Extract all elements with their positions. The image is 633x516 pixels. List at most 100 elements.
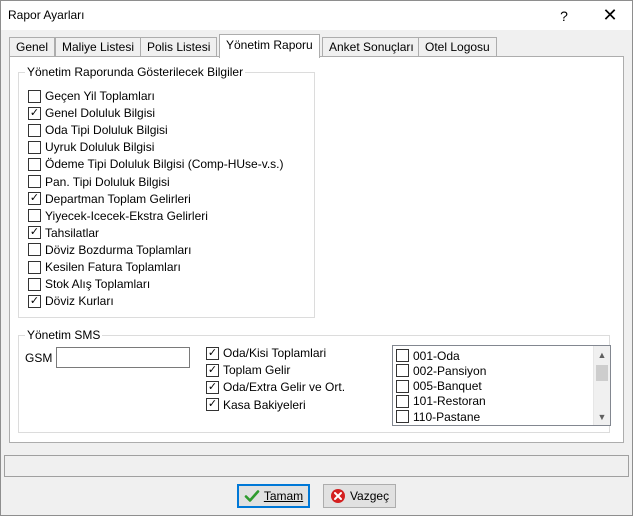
- gsm-label: GSM: [25, 351, 53, 365]
- checkmark-icon: ✓: [207, 380, 218, 393]
- sms-option-1[interactable]: ✓ Toplam Gelir: [206, 362, 290, 378]
- checkbox[interactable]: ✓: [396, 379, 409, 393]
- checkbox[interactable]: ✓: [396, 349, 409, 362]
- checkbox[interactable]: ✓: [396, 364, 409, 378]
- checkmark-icon: ✓: [207, 398, 218, 411]
- tab-panel-yonetim-raporu: Yönetim Raporunda Gösterilecek Bilgiler …: [9, 56, 624, 443]
- checkbox-label: Genel Doluluk Bilgisi: [45, 106, 156, 121]
- checkbox-label: Departman Toplam Gelirleri: [45, 191, 191, 206]
- help-icon: ?: [560, 7, 568, 24]
- check-icon: [244, 490, 260, 502]
- checkbox[interactable]: ✓: [396, 394, 409, 408]
- report-option-10[interactable]: ✓ Kesilen Fatura Toplamları: [28, 259, 181, 275]
- checkbox-label: Yiyecek-Icecek-Ekstra Gelirleri: [45, 208, 208, 223]
- sms-option-0[interactable]: ✓ Oda/Kisi Toplamlari: [206, 345, 326, 361]
- sms-option-3[interactable]: ✓ Kasa Bakiyeleri: [206, 397, 306, 413]
- sms-legend: Yönetim SMS: [25, 328, 103, 342]
- report-option-7[interactable]: ✓ Yiyecek-Icecek-Ekstra Gelirleri: [28, 208, 208, 224]
- checkbox-label: Tahsilatlar: [45, 225, 100, 240]
- cancel-button-label: Vazgeç: [349, 489, 390, 503]
- tab-maliye-listesi[interactable]: Maliye Listesi: [55, 37, 142, 57]
- checkmark-icon: ✓: [29, 192, 40, 205]
- checkbox-label: Döviz Bozdurma Toplamları: [45, 242, 192, 257]
- tab-otel-logosu[interactable]: Otel Logosu: [418, 37, 497, 57]
- checkmark-icon: ✓: [207, 363, 218, 376]
- report-option-11[interactable]: ✓ Stok Alış Toplamları: [28, 276, 150, 292]
- report-option-2[interactable]: ✓ Oda Tipi Doluluk Bilgisi: [28, 122, 168, 138]
- report-option-12[interactable]: ✓ Döviz Kurları: [28, 293, 114, 309]
- tab-polis-listesi[interactable]: Polis Listesi: [140, 37, 218, 57]
- checkbox[interactable]: ✓: [28, 175, 41, 188]
- report-option-8[interactable]: ✓ Tahsilatlar: [28, 225, 99, 241]
- checkbox-label: Kesilen Fatura Toplamları: [45, 260, 181, 274]
- scroll-thumb[interactable]: [596, 365, 608, 381]
- title-bar: Rapor Ayarları ? ✕: [1, 1, 632, 30]
- report-option-0[interactable]: ✓ Geçen Yil Toplamları: [28, 88, 155, 104]
- checkbox-label: 005-Banquet: [413, 379, 482, 394]
- tab-genel[interactable]: Genel: [9, 37, 56, 57]
- report-option-4[interactable]: ✓ Ödeme Tipi Doluluk Bilgisi (Comp-HUse-v…: [28, 156, 284, 172]
- tab-yonetim-raporu[interactable]: Yönetim Raporu: [219, 34, 320, 58]
- ok-button[interactable]: Tamam: [237, 484, 310, 508]
- listbox-scrollbar[interactable]: ▲ ▼: [593, 346, 610, 425]
- report-option-5[interactable]: ✓ Pan. Tipi Doluluk Bilgisi: [28, 174, 170, 190]
- checkbox[interactable]: ✓: [28, 123, 41, 137]
- department-listbox[interactable]: ✓ 001-Oda ✓ 002-Pansiyon ✓ 005-Banquet ✓ 101-Re…: [392, 345, 611, 426]
- checkbox[interactable]: ✓: [28, 192, 41, 206]
- checkbox[interactable]: ✓: [28, 157, 41, 171]
- cancel-icon: [330, 489, 345, 503]
- checkbox-label: Kasa Bakiyeleri: [223, 397, 306, 412]
- report-option-1[interactable]: ✓ Genel Doluluk Bilgisi: [28, 105, 155, 121]
- checkbox-label: 110-Pastane: [413, 409, 481, 424]
- report-option-9[interactable]: ✓ Döviz Bozdurma Toplamları: [28, 242, 192, 258]
- window-title: Rapor Ayarları: [8, 8, 85, 22]
- sms-option-2[interactable]: ✓ Oda/Extra Gelir ve Ort.: [206, 379, 345, 395]
- gsm-input[interactable]: [56, 347, 190, 368]
- report-option-3[interactable]: ✓ Uyruk Doluluk Bilgisi: [28, 139, 154, 155]
- checkbox[interactable]: ✓: [28, 209, 41, 223]
- scroll-up-icon[interactable]: ▲: [594, 346, 610, 363]
- scroll-down-icon[interactable]: ▼: [594, 408, 610, 425]
- checkbox-label: 002-Pansiyon: [413, 363, 487, 378]
- checkbox-label: Geçen Yil Toplamları: [45, 89, 155, 103]
- checkbox[interactable]: ✓: [28, 89, 41, 103]
- checkbox-label: 001-Oda: [413, 348, 460, 363]
- checkbox-label: Pan. Tipi Doluluk Bilgisi: [45, 174, 170, 189]
- checkbox-label: Uyruk Doluluk Bilgisi: [45, 140, 155, 155]
- checkbox[interactable]: ✓: [28, 260, 41, 274]
- checkbox-label: 101-Restoran: [413, 394, 486, 409]
- tab-anket-sonuclari[interactable]: Anket Sonuçları: [322, 37, 421, 57]
- list-item[interactable]: ✓ 005-Banquet: [396, 379, 482, 394]
- checkbox[interactable]: ✓: [28, 243, 41, 257]
- list-item[interactable]: ✓ 101-Restoran: [396, 394, 486, 409]
- checkbox[interactable]: ✓: [206, 398, 219, 412]
- checkbox[interactable]: ✓: [28, 294, 41, 308]
- close-icon: ✕: [602, 5, 618, 25]
- checkbox[interactable]: ✓: [28, 277, 41, 291]
- cancel-button[interactable]: Vazgeç: [323, 484, 396, 508]
- report-option-6[interactable]: ✓ Departman Toplam Gelirleri: [28, 191, 191, 207]
- list-item[interactable]: ✓ 002-Pansiyon: [396, 363, 486, 378]
- close-button[interactable]: ✕: [588, 1, 632, 30]
- checkbox[interactable]: ✓: [28, 140, 41, 154]
- checkbox[interactable]: ✓: [206, 363, 219, 377]
- list-item[interactable]: ✓ 001-Oda: [396, 348, 460, 363]
- checkbox[interactable]: ✓: [28, 226, 41, 240]
- checkbox-label: Oda/Extra Gelir ve Ort.: [223, 380, 346, 395]
- checkmark-icon: ✓: [29, 294, 40, 307]
- status-bar: [4, 455, 629, 477]
- report-info-legend: Yönetim Raporunda Gösterilecek Bilgiler: [25, 65, 246, 79]
- checkbox[interactable]: ✓: [28, 106, 41, 120]
- checkmark-icon: ✓: [29, 106, 40, 119]
- checkbox[interactable]: ✓: [396, 410, 409, 424]
- list-item[interactable]: ✓ 110-Pastane: [396, 409, 480, 424]
- checkbox-label: Oda/Kisi Toplamlari: [223, 346, 327, 360]
- checkbox-label: Stok Alış Toplamları: [45, 277, 151, 292]
- checkbox[interactable]: ✓: [206, 380, 219, 394]
- checkbox[interactable]: ✓: [206, 346, 219, 360]
- checkbox-label: Döviz Kurları: [45, 294, 114, 309]
- dialog-window: Rapor Ayarları ? ✕ Genel Maliye Listesi …: [0, 0, 633, 516]
- checkbox-label: Ödeme Tipi Doluluk Bilgisi (Comp-HUse-v.…: [45, 157, 284, 172]
- ok-button-label: Tamam: [263, 489, 304, 503]
- help-button[interactable]: ?: [542, 1, 586, 30]
